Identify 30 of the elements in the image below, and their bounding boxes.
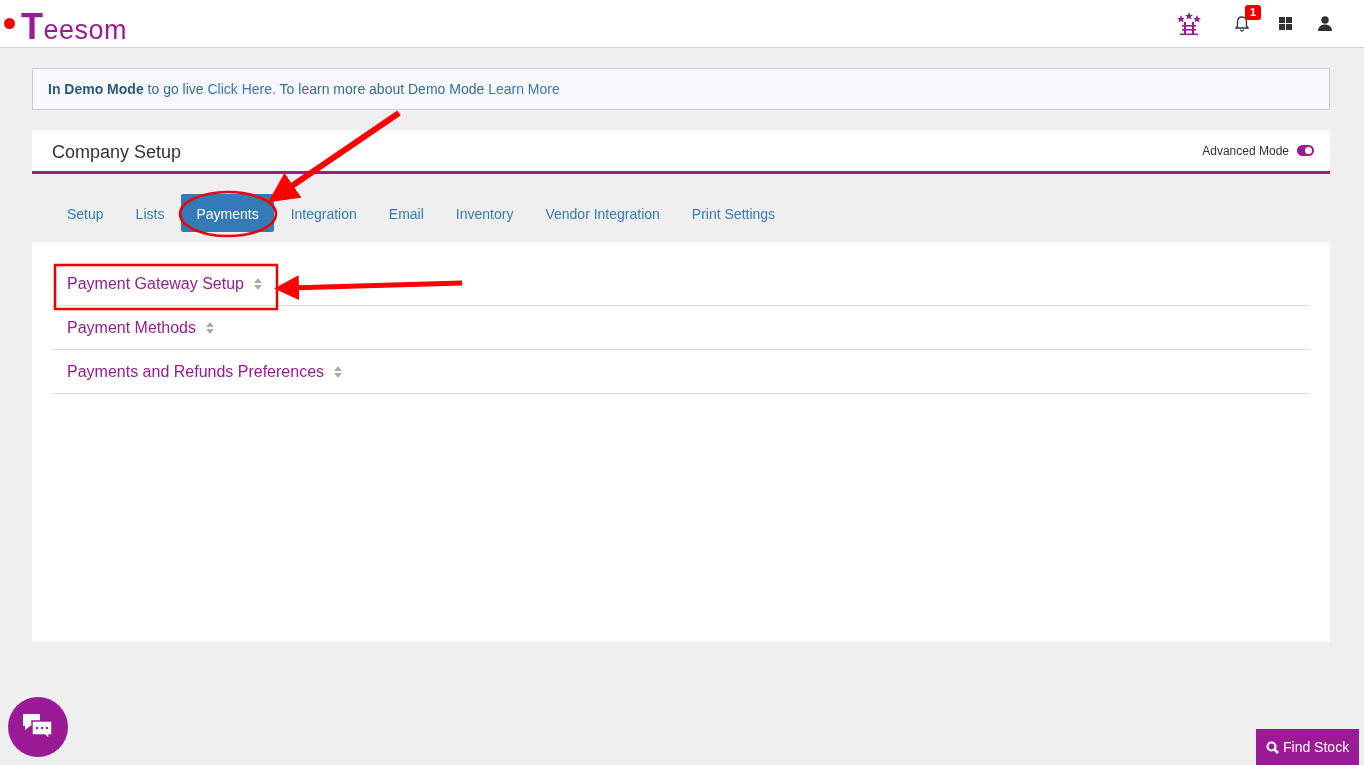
ladder-stars-icon[interactable] bbox=[1177, 11, 1201, 36]
find-stock-button[interactable]: Find Stock bbox=[1256, 729, 1360, 765]
page-title: Company Setup bbox=[52, 142, 183, 163]
advanced-mode-label: Advanced Mode bbox=[1202, 143, 1289, 158]
link[interactable]: Click Here bbox=[207, 81, 273, 97]
demo-mode-message: In Demo Mode to go live Click Here. To learn more about Demo Mode Learn More bbox=[48, 81, 561, 97]
tab[interactable]: Payments bbox=[181, 194, 274, 232]
advanced-mode-toggle[interactable] bbox=[1297, 145, 1314, 156]
search-icon bbox=[1266, 740, 1279, 754]
notification-badge: 1 bbox=[1245, 4, 1262, 20]
bell-icon[interactable] bbox=[1233, 14, 1251, 33]
tab[interactable]: Inventory bbox=[440, 194, 529, 232]
accordion-header[interactable]: Payments and Refunds Preferences bbox=[67, 362, 325, 381]
chat-button[interactable] bbox=[8, 697, 68, 757]
status-dot bbox=[4, 18, 15, 29]
tab[interactable]: Lists bbox=[120, 194, 180, 232]
link[interactable]: Learn More bbox=[488, 81, 560, 97]
tab[interactable]: Print Settings bbox=[676, 194, 791, 232]
tab[interactable]: Vendor Integration bbox=[530, 194, 675, 232]
user-icon[interactable] bbox=[1318, 16, 1332, 31]
tab[interactable]: Integration bbox=[275, 194, 372, 232]
accordion-header[interactable]: Payment Gateway Setup bbox=[67, 274, 244, 293]
sort-icon bbox=[334, 365, 343, 378]
tab[interactable]: Setup bbox=[52, 194, 119, 232]
accordion-header[interactable]: Payment Methods bbox=[67, 318, 196, 337]
grid-icon[interactable] bbox=[1279, 17, 1292, 30]
tab[interactable]: Email bbox=[373, 194, 439, 232]
sort-icon bbox=[254, 277, 262, 290]
sort-icon bbox=[205, 321, 214, 334]
logo: Teesom bbox=[21, 5, 128, 48]
